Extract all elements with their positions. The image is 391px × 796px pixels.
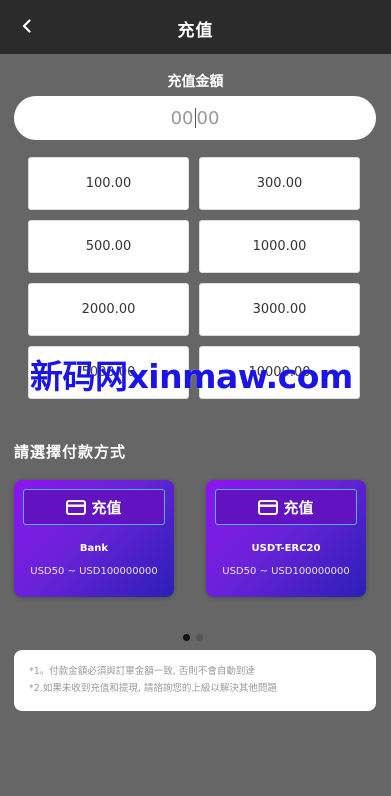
notice-line: *2.如果未收到充值和提現, 請諮詢您的上級以解決其他問題: [29, 683, 277, 694]
watermark-text: 新码网xinmaw.com: [30, 357, 353, 396]
preset-amount-button[interactable]: 2000.00: [28, 283, 189, 336]
payment-method-card-bank[interactable]: 充值 Bank USD50 ~ USD100000000: [14, 480, 174, 597]
payment-method-card-usdt[interactable]: 充值 USDT-ERC20 USD50 ~ USD100000000: [206, 480, 366, 597]
preset-amount-button[interactable]: 500.00: [28, 220, 189, 273]
pagination-dot-active[interactable]: [183, 634, 190, 641]
carousel-pagination: [183, 634, 203, 641]
recharge-button[interactable]: 充值: [215, 489, 357, 525]
page-title: 充值: [177, 21, 214, 41]
amount-input[interactable]: 00 00: [14, 96, 376, 140]
payment-method-range: USD50 ~ USD100000000: [222, 566, 350, 577]
amount-value-right: 00: [196, 107, 220, 129]
amount-value-left: 00: [170, 107, 194, 129]
credit-card-icon: [258, 499, 279, 515]
notice-box: *1。付款金額必須與訂單金額一致, 否則不會自動到達 *2.如果未收到充值和提現…: [14, 650, 376, 711]
recharge-button-label: 充值: [91, 498, 122, 517]
payment-method-range: USD50 ~ USD100000000: [30, 566, 158, 577]
recharge-button[interactable]: 充值: [23, 489, 165, 525]
pagination-dot[interactable]: [196, 634, 203, 641]
preset-amount-button[interactable]: 300.00: [199, 157, 360, 210]
preset-amount-button[interactable]: 100.00: [28, 157, 189, 210]
preset-amount-button[interactable]: 3000.00: [199, 283, 360, 336]
recharge-button-label: 充值: [283, 498, 314, 517]
notice-line: *1。付款金額必須與訂單金額一致, 否則不會自動到達: [29, 666, 255, 677]
credit-card-icon: [66, 499, 87, 515]
amount-label: 充值金額: [167, 74, 224, 90]
payment-section-title: 請選擇付款方式: [14, 443, 127, 461]
text-caret: [194, 108, 196, 128]
app-header: 充值: [0, 0, 391, 54]
payment-method-name: Bank: [79, 543, 109, 554]
payment-method-name: USDT-ERC20: [251, 543, 321, 554]
preset-amount-button[interactable]: 1000.00: [199, 220, 360, 273]
